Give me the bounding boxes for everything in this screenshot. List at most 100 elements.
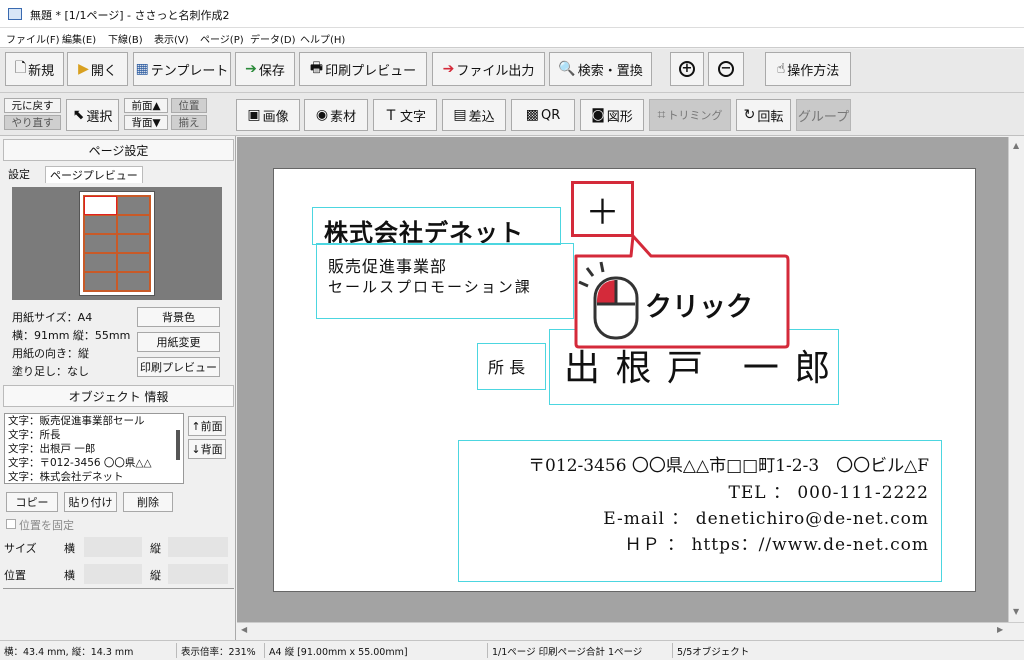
material-button[interactable]: ◉ 素材: [304, 99, 368, 131]
size-width-field[interactable]: [84, 537, 142, 557]
change-paper-button[interactable]: 用紙変更: [137, 332, 220, 352]
print-preview-button[interactable]: 🖶 印刷プレビュー: [299, 52, 427, 86]
size-height-label: 縦: [150, 542, 161, 555]
plus-cursor-icon: ＋: [585, 192, 620, 233]
status-bar: 横：43.4 mm, 縦：14.3 mm 表示倍率：231% A4 縦 [91.…: [0, 640, 1024, 660]
search-icon: 🔍: [558, 61, 576, 77]
move-back-button[interactable]: ↓背面: [188, 439, 226, 459]
move-front-button[interactable]: ↑前面: [188, 416, 226, 436]
qr-button[interactable]: ▩ QR: [511, 99, 575, 131]
status-size: 横：43.4 mm, 縦：14.3 mm: [4, 647, 134, 658]
trim-button[interactable]: ⌗ トリミング: [649, 99, 731, 131]
print-preview-small-button[interactable]: 印刷プレビュー: [137, 357, 220, 377]
job-title: 所 長: [488, 358, 526, 377]
menu-underline[interactable]: 下線(B): [108, 31, 143, 46]
orientation-label: 用紙の向き：縦: [12, 347, 89, 360]
department-line1: 販売促進事業部: [328, 257, 448, 276]
scroll-down-icon[interactable]: ▼: [1013, 607, 1019, 616]
rotate-button[interactable]: ↻ 回転: [736, 99, 791, 131]
merge-button[interactable]: ▤ 差込: [442, 99, 506, 131]
redo-button[interactable]: やり直す: [4, 115, 61, 130]
panel-divider: [3, 588, 234, 589]
template-button[interactable]: ▦ テンプレート: [133, 52, 231, 86]
list-item[interactable]: 文字：〒012-3456 〇〇県△△: [5, 456, 183, 470]
paste-button[interactable]: 貼り付け: [64, 492, 117, 512]
status-zoom: 表示倍率：231%: [181, 647, 256, 658]
object-list[interactable]: 文字：販売促進事業部セール 文字：所長 文字：出根戸 一郎 文字：〒012-34…: [4, 413, 184, 484]
scroll-right-icon[interactable]: ▶: [997, 625, 1003, 634]
vertical-scrollbar[interactable]: ▲ ▼: [1008, 137, 1024, 622]
list-item[interactable]: 文字：所長: [5, 428, 183, 442]
align-button-top[interactable]: 位置: [171, 98, 207, 113]
list-item[interactable]: 文字：販売促進事業部セール: [5, 414, 183, 428]
menu-view[interactable]: 表示(V): [154, 31, 189, 46]
save-button[interactable]: ➔ 保存: [235, 52, 295, 86]
menu-edit[interactable]: 編集(E): [62, 31, 96, 46]
file-output-button[interactable]: ➔ ファイル出力: [432, 52, 545, 86]
save-icon: ➔: [245, 61, 257, 77]
hand-pointer-icon: ☝: [776, 61, 786, 77]
zoom-out-button[interactable]: −: [708, 52, 744, 86]
list-scrollbar-thumb[interactable]: [176, 430, 180, 460]
bring-front-button[interactable]: 前面▲: [124, 98, 168, 113]
tab-page-preview[interactable]: ページプレビュー: [45, 166, 143, 183]
lock-position-checkbox[interactable]: [6, 519, 16, 529]
copy-button[interactable]: コピー: [6, 492, 58, 512]
tab-settings[interactable]: 設定: [8, 166, 30, 182]
window-title: 無題 * [1/1ページ] - ささっと名刺作成2: [30, 9, 230, 22]
zoom-in-button[interactable]: +: [670, 52, 704, 86]
address-line: 〒012-3456 〇〇県△△市□□町1-2-3 〇〇ビル△F: [528, 456, 929, 476]
scroll-up-icon[interactable]: ▲: [1013, 141, 1019, 150]
menu-page[interactable]: ページ(P): [200, 31, 244, 46]
material-icon: ◉: [315, 107, 329, 123]
click-label: クリック: [645, 292, 753, 323]
pos-y-field[interactable]: [168, 564, 228, 584]
send-back-button[interactable]: 背面▼: [124, 115, 168, 130]
page-preview: [12, 187, 222, 300]
department-line2: セールスプロモーション課: [328, 278, 532, 296]
select-button[interactable]: ⬉ 選択: [66, 99, 119, 131]
scroll-left-icon[interactable]: ◀: [241, 625, 247, 634]
title-bar: 無題 * [1/1ページ] - ささっと名刺作成2: [0, 0, 1024, 28]
qr-code-icon: ▩: [525, 107, 539, 123]
shape-button[interactable]: ◙ 図形: [580, 99, 644, 131]
status-paper: A4 縦 [91.00mm x 55.00mm]: [269, 647, 408, 658]
page-settings-header: ページ設定: [3, 139, 234, 161]
text-cursor-callout: ＋: [571, 181, 634, 237]
status-pages: 1/1ページ 印刷ページ合計 1ページ: [492, 647, 643, 658]
status-objects: 5/5オブジェクト: [677, 647, 750, 658]
open-folder-icon: ▶: [78, 61, 89, 77]
how-to-button[interactable]: ☝ 操作方法: [765, 52, 851, 86]
card-grid: [83, 195, 151, 292]
text-button[interactable]: Ｔ 文字: [373, 99, 437, 131]
pos-x-field[interactable]: [84, 564, 142, 584]
text-icon: Ｔ: [383, 108, 398, 124]
list-item[interactable]: 文字：出根戸 一郎: [5, 442, 183, 456]
search-replace-button[interactable]: 🔍 検索・置換: [549, 52, 652, 86]
template-icon: ▦: [135, 61, 149, 77]
menu-file[interactable]: ファイル(F): [6, 31, 60, 46]
document-icon: ▤: [453, 107, 467, 123]
menu-data[interactable]: データ(D): [250, 31, 296, 46]
group-button[interactable]: グループ: [796, 99, 851, 131]
align-button-bottom[interactable]: 揃え: [171, 115, 207, 130]
list-item[interactable]: 文字：株式会社デネット: [5, 470, 183, 483]
menu-help[interactable]: ヘルプ(H): [300, 31, 345, 46]
image-button[interactable]: ▣ 画像: [236, 99, 300, 131]
printer-icon: 🖶: [309, 60, 324, 76]
delete-button[interactable]: 削除: [123, 492, 173, 512]
rotate-icon: ↻: [743, 107, 756, 123]
pos-x-label: 横: [64, 569, 75, 582]
bleed-label: 塗り足し：なし: [12, 365, 89, 378]
object-info-header: オブジェクト 情報: [3, 385, 234, 407]
new-button[interactable]: 🗋 新規: [5, 52, 64, 86]
open-button[interactable]: ▶ 開く: [67, 52, 128, 86]
undo-button[interactable]: 元に戻す: [4, 98, 61, 113]
menu-bar: ファイル(F) 編集(E) 下線(B) 表示(V) ページ(P) データ(D) …: [0, 28, 1024, 48]
horizontal-scrollbar[interactable]: ◀ ▶: [237, 622, 1024, 638]
zoom-in-icon: +: [679, 61, 695, 77]
card-slot-selected: [84, 196, 117, 215]
size-height-field[interactable]: [168, 537, 228, 557]
cursor-icon: ⬉: [72, 107, 85, 123]
background-color-button[interactable]: 背景色: [137, 307, 220, 327]
